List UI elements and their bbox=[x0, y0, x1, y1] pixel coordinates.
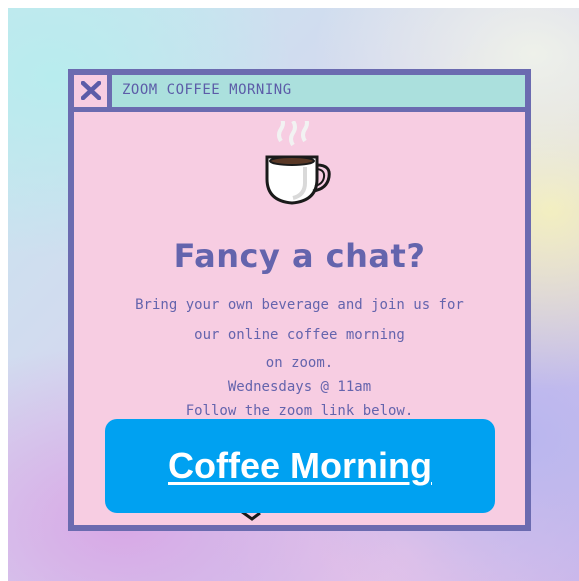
coffee-morning-link-button[interactable]: Coffee Morning bbox=[105, 419, 495, 513]
close-button[interactable] bbox=[74, 75, 112, 107]
body-line-5: Follow the zoom link below. bbox=[185, 403, 414, 419]
body-line-2: our online coffee morning bbox=[194, 327, 405, 343]
coffee-cup-icon bbox=[265, 121, 331, 205]
body-line-3: on zoom. bbox=[265, 355, 334, 371]
body-line-4: Wednesdays @ 11am bbox=[227, 379, 372, 395]
window-titlebar: ZOOM COFFEE MORNING bbox=[74, 75, 525, 112]
page-frame: ZOOM COFFEE MORNING Fancy a chat? Bring … bbox=[0, 0, 579, 581]
window-title: ZOOM COFFEE MORNING bbox=[122, 82, 292, 98]
headline: Fancy a chat? bbox=[173, 237, 426, 275]
close-icon bbox=[81, 81, 101, 100]
body-line-1: Bring your own beverage and join us for bbox=[135, 297, 464, 313]
coffee-morning-link[interactable]: Coffee Morning bbox=[168, 445, 432, 487]
